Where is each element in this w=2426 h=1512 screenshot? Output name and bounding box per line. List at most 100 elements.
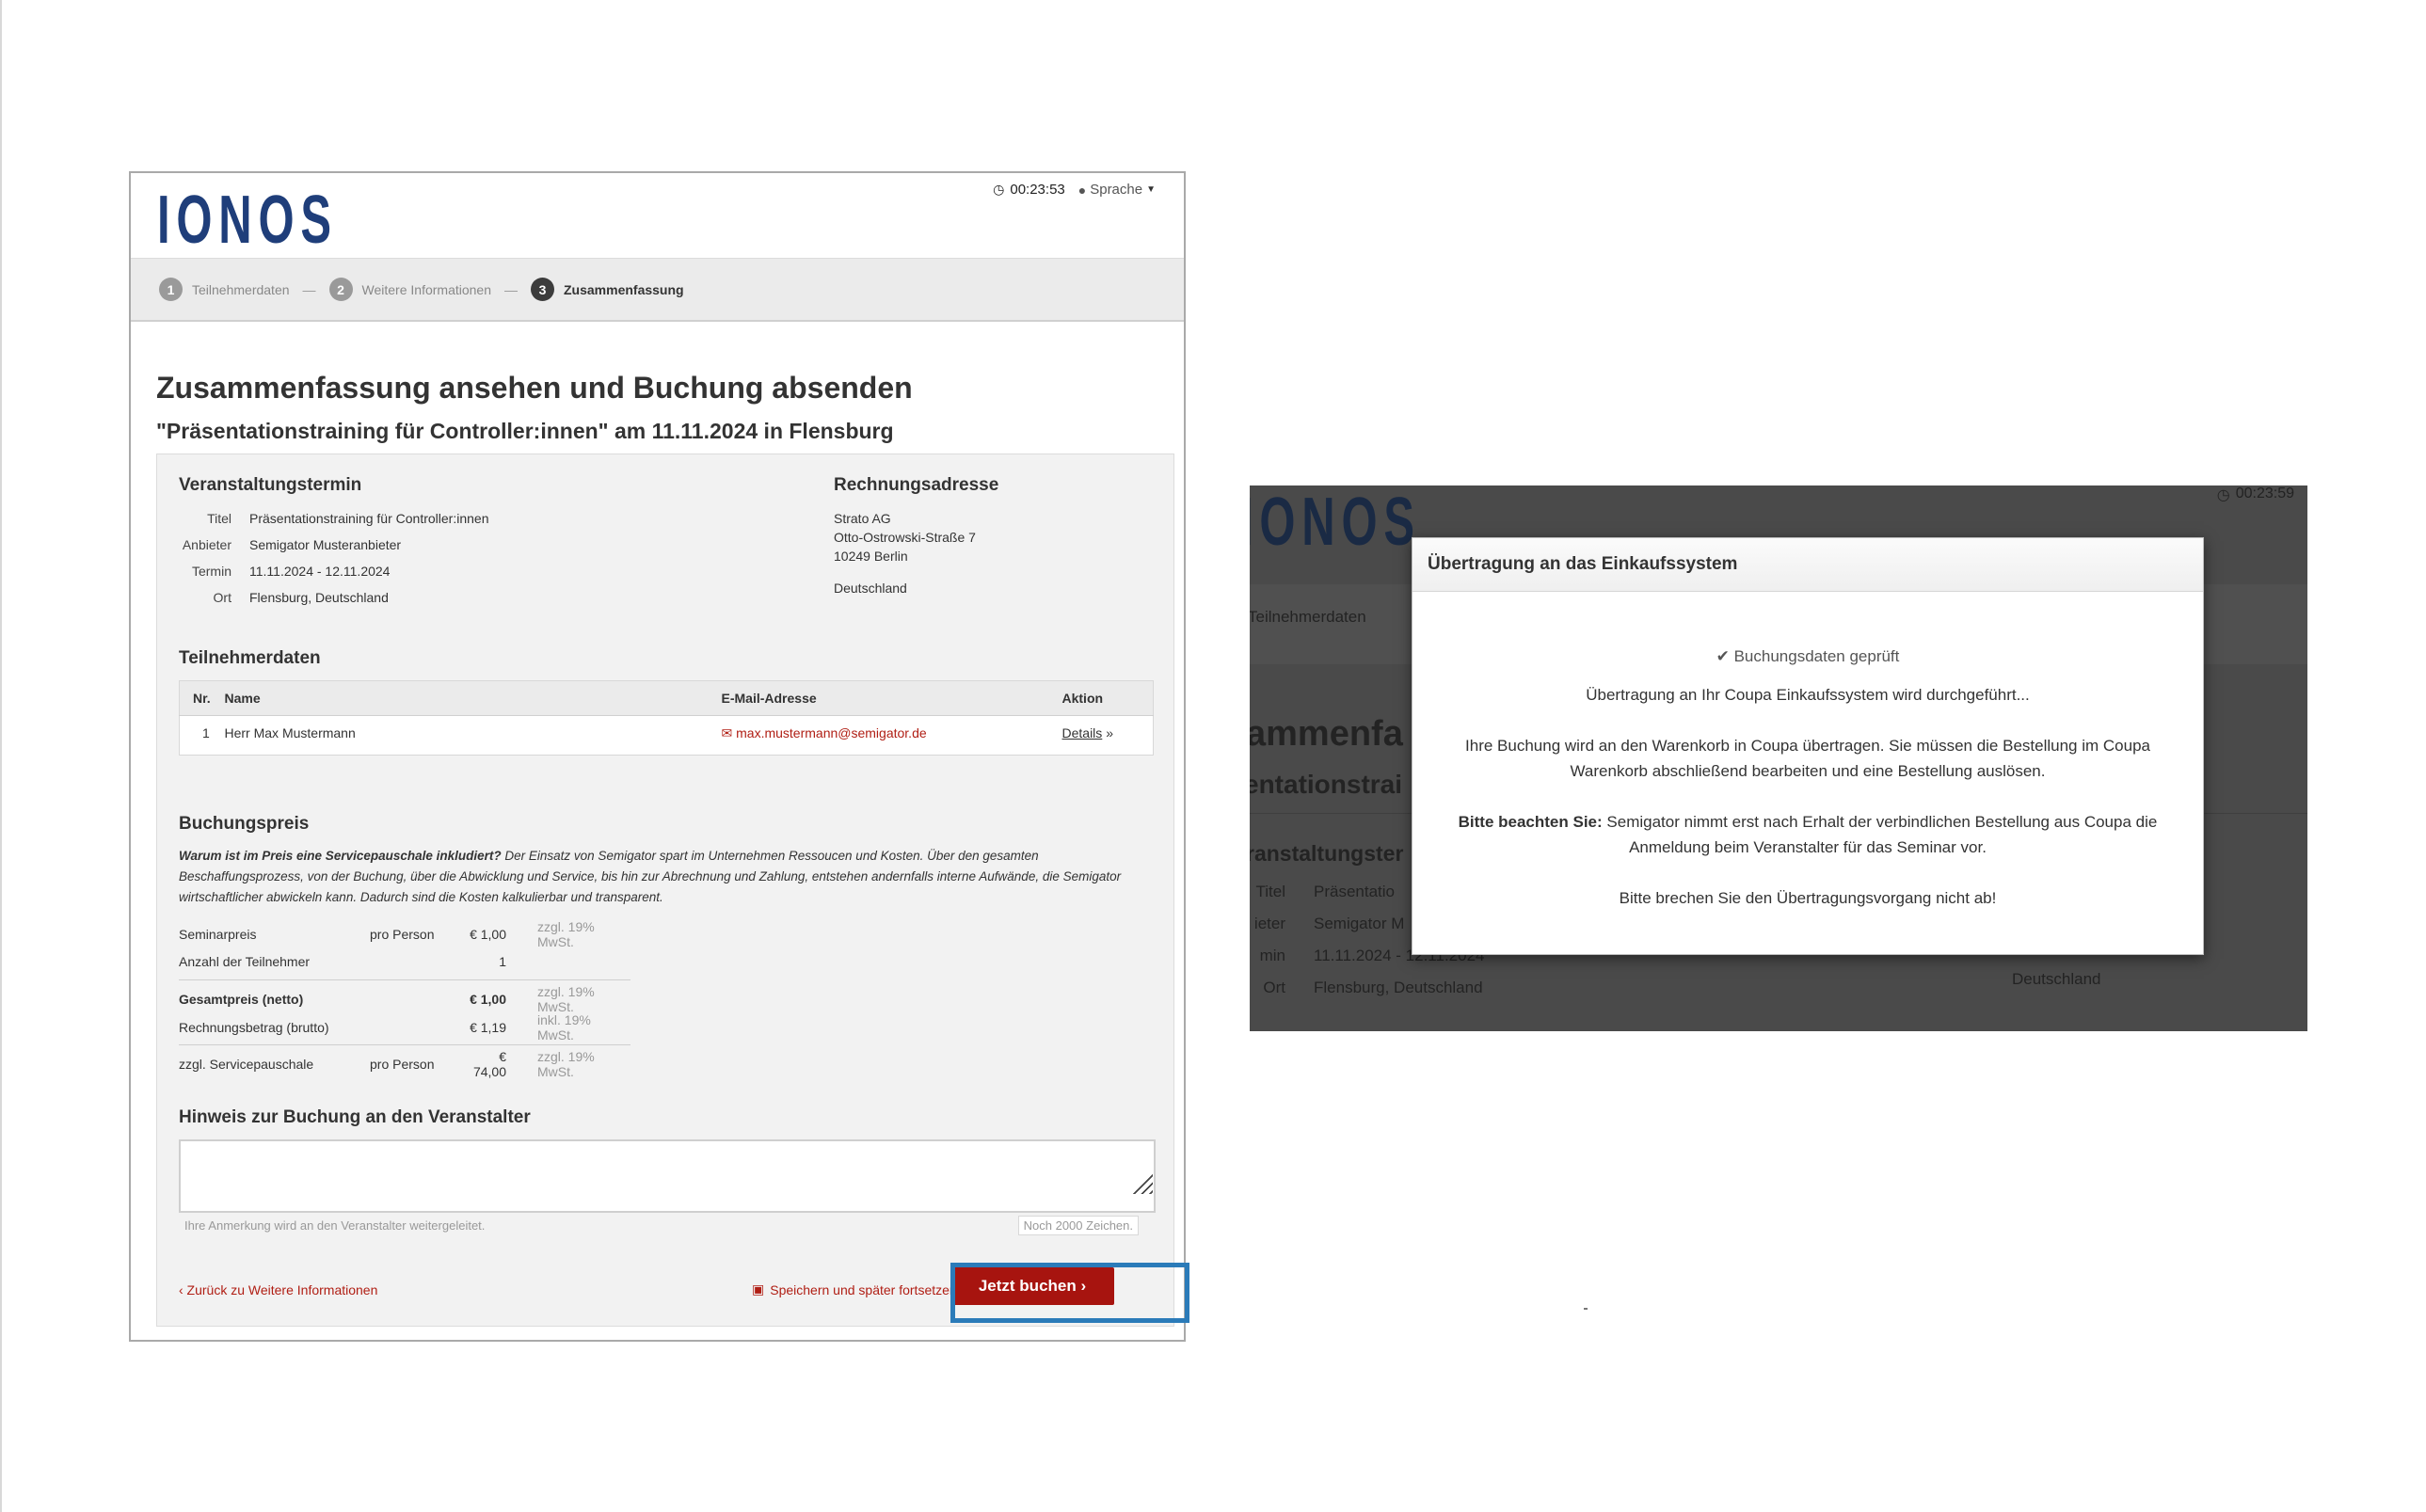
bg-country: Deutschland [2012,970,2101,988]
event-key: Anbieter [182,537,231,552]
modal-body: ✔ Buchungsdaten geprüft Übertragung an I… [1413,592,2203,911]
step-label: Teilnehmerdaten [192,281,290,297]
floppy-disk-icon: ▣ [752,1281,765,1297]
step-number: 1 [159,278,183,301]
details-link[interactable]: Details [1062,725,1103,740]
modal-note: Bitte beachten Sie: Semigator nimmt erst… [1413,809,2203,835]
price-label: zzgl. Servicepauschale [179,1057,314,1072]
participants-section: Teilnehmerdaten Nr. Name E-Mail-Adresse … [179,648,1154,756]
billing-line: 10249 Berlin [834,549,908,564]
price-row: Anzahl der Teilnehmer 1 [179,947,1148,976]
event-heading: Veranstaltungstermin [179,475,362,495]
transfer-modal: Übertragung an das Einkaufssystem ✔ Buch… [1412,537,2204,955]
step-teilnehmerdaten[interactable]: 1 Teilnehmerdaten [159,278,290,301]
save-link-label: Speichern und später fortsetzen [770,1281,957,1297]
step-label: Weitere Informationen [361,281,491,297]
col-email: E-Mail-Adresse [721,680,1062,716]
session-timer: ◷ 00:23:53 [993,182,1065,198]
bg-value: Flensburg, Deutschland [1314,979,1483,996]
ionos-logo[interactable]: IONOS [157,186,338,254]
modal-line: Übertragung an Ihr Coupa Einkaufssystem … [1586,686,2030,704]
transfer-screenshot: IONOS ◷ 00:23:59 Teilnehmerdaten ammenfa… [1250,485,2307,1031]
price-per: pro Person [370,927,435,942]
bg-timer-value: 00:23:59 [2235,485,2294,501]
modal-line: Bitte brechen Sie den Übertragungsvorgan… [1619,889,1997,907]
page-subtitle: "Präsentationstraining für Controller:in… [156,419,894,443]
event-details: Titel Präsentationstraining für Controll… [179,511,489,605]
email-link[interactable]: max.mustermann@semigator.de [736,725,927,740]
modal-note-text: Semigator nimmt erst nach Erhalt der ver… [1602,813,2158,831]
caret-down-icon: ▼ [1146,184,1156,195]
page-body: Zusammenfassung ansehen und Buchung abse… [131,322,1184,1327]
textarea-footer: Ihre Anmerkung wird an den Veranstalter … [179,1216,1139,1235]
price-row: zzgl. Servicepauschale pro Person € 74,0… [179,1049,1148,1079]
col-action: Aktion [1061,680,1154,716]
modal-note-bold: Bitte beachten Sie: [1458,813,1603,831]
bg-subtitle: entationstrai [1250,770,1403,799]
price-value: 1 [499,954,506,969]
cell-nr: 1 [202,725,210,740]
price-row: Seminarpreis pro Person € 1,00 zzgl. 19%… [179,919,1148,949]
participants-table: Nr. Name E-Mail-Adresse Aktion 1 Herr Ma… [179,680,1154,756]
double-chevron-down-icon: » [1106,725,1113,740]
back-link[interactable]: ‹ Zurück zu Weitere Informationen [179,1282,377,1297]
col-name: Name [224,680,722,716]
cell-email[interactable]: ✉ max.mustermann@semigator.de [722,716,1062,756]
price-divider [179,1044,630,1045]
step-separator: — [302,281,316,297]
price-explanation: Warum ist im Preis eine Servicepauschale… [179,846,1148,908]
billing-heading: Rechnungsadresse [834,475,999,495]
modal-title: Übertragung an das Einkaufssystem [1413,538,2203,592]
char-counter: Noch 2000 Zeichen. [1017,1216,1139,1235]
cell-action: Details » [1062,716,1154,756]
bg-title: ammenfa [1250,714,1403,754]
booking-page-frame: IONOS ◷ 00:23:53 ● Sprache ▼ 1 Teilnehme… [129,171,1186,1342]
organizer-note-section: Hinweis zur Buchung an den Veranstalter … [179,1107,1156,1235]
col-nr: Nr. [179,680,225,716]
billing-line: Strato AG [834,511,891,526]
timer-value: 00:23:53 [1010,182,1065,198]
envelope-icon: ✉ [721,725,733,740]
language-label: Sprache [1090,182,1143,198]
step-weitere-informationen[interactable]: 2 Weitere Informationen [328,278,491,301]
save-continue-link[interactable]: ▣ Speichern und später fortsetzen [752,1281,957,1297]
price-section: Buchungspreis Warum ist im Preis eine Se… [179,814,1148,1079]
price-value: € 1,00 [470,992,506,1007]
billing-address: Strato AG Otto-Ostrowski-Straße 7 10249 … [834,509,998,597]
event-value: Flensburg, Deutschland [249,590,389,605]
organizer-note-heading: Hinweis zur Buchung an den Veranstalter [179,1107,531,1127]
modal-line: Anmeldung beim Veranstalter für das Semi… [1629,838,1987,856]
progress-steps: 1 Teilnehmerdaten — 2 Weitere Informatio… [131,258,1184,322]
stray-mark [1584,1308,1588,1310]
billing-country: Deutschland [834,581,907,596]
bg-key: Ort [1263,979,1285,996]
organizer-note-textarea[interactable] [179,1139,1156,1213]
price-row: Rechnungsbetrag (brutto) € 1,19 inkl. 19… [179,1012,1148,1042]
bg-key: ieter [1253,915,1285,932]
modal-line: Warenkorb abschließend bearbeiten und ei… [1570,762,2046,780]
price-value: € 1,00 [470,927,506,942]
page-header: IONOS ◷ 00:23:53 ● Sprache ▼ [131,173,1184,258]
event-key: Termin [191,564,231,579]
price-label: Seminarpreis [179,927,257,942]
cell-name: Herr Max Mustermann [224,725,356,740]
modal-line: Ihre Buchung wird an den Warenkorb in Co… [1465,737,2150,755]
clock-icon: ◷ [2216,487,2230,503]
bg-section-heading: ranstaltungster [1250,841,1404,866]
step-zusammenfassung: 3 Zusammenfassung [531,278,684,301]
check-text: Buchungsdaten geprüft [1733,647,1900,665]
event-value: Präsentationstraining für Controller:inn… [249,511,489,526]
language-dropdown[interactable]: ● Sprache ▼ [1078,182,1156,198]
step-number: 2 [328,278,353,301]
price-heading: Buchungspreis [179,814,310,834]
step-number: 3 [531,278,554,301]
bg-step-label: Teilnehmerdaten [1250,608,1366,626]
save-link-wrap: ▣ Speichern und später fortsetzen [752,1281,957,1297]
price-tax: zzgl. 19% MwSt. [537,984,595,1014]
bg-logo: IONOS [1250,485,1421,560]
event-section: Veranstaltungstermin Titel Präsentations… [179,475,488,605]
globe-icon: ● [1077,182,1087,198]
billing-line: Otto-Ostrowski-Straße 7 [834,530,976,545]
check-icon: ✔ [1716,647,1730,665]
clock-icon: ◷ [993,182,1005,197]
